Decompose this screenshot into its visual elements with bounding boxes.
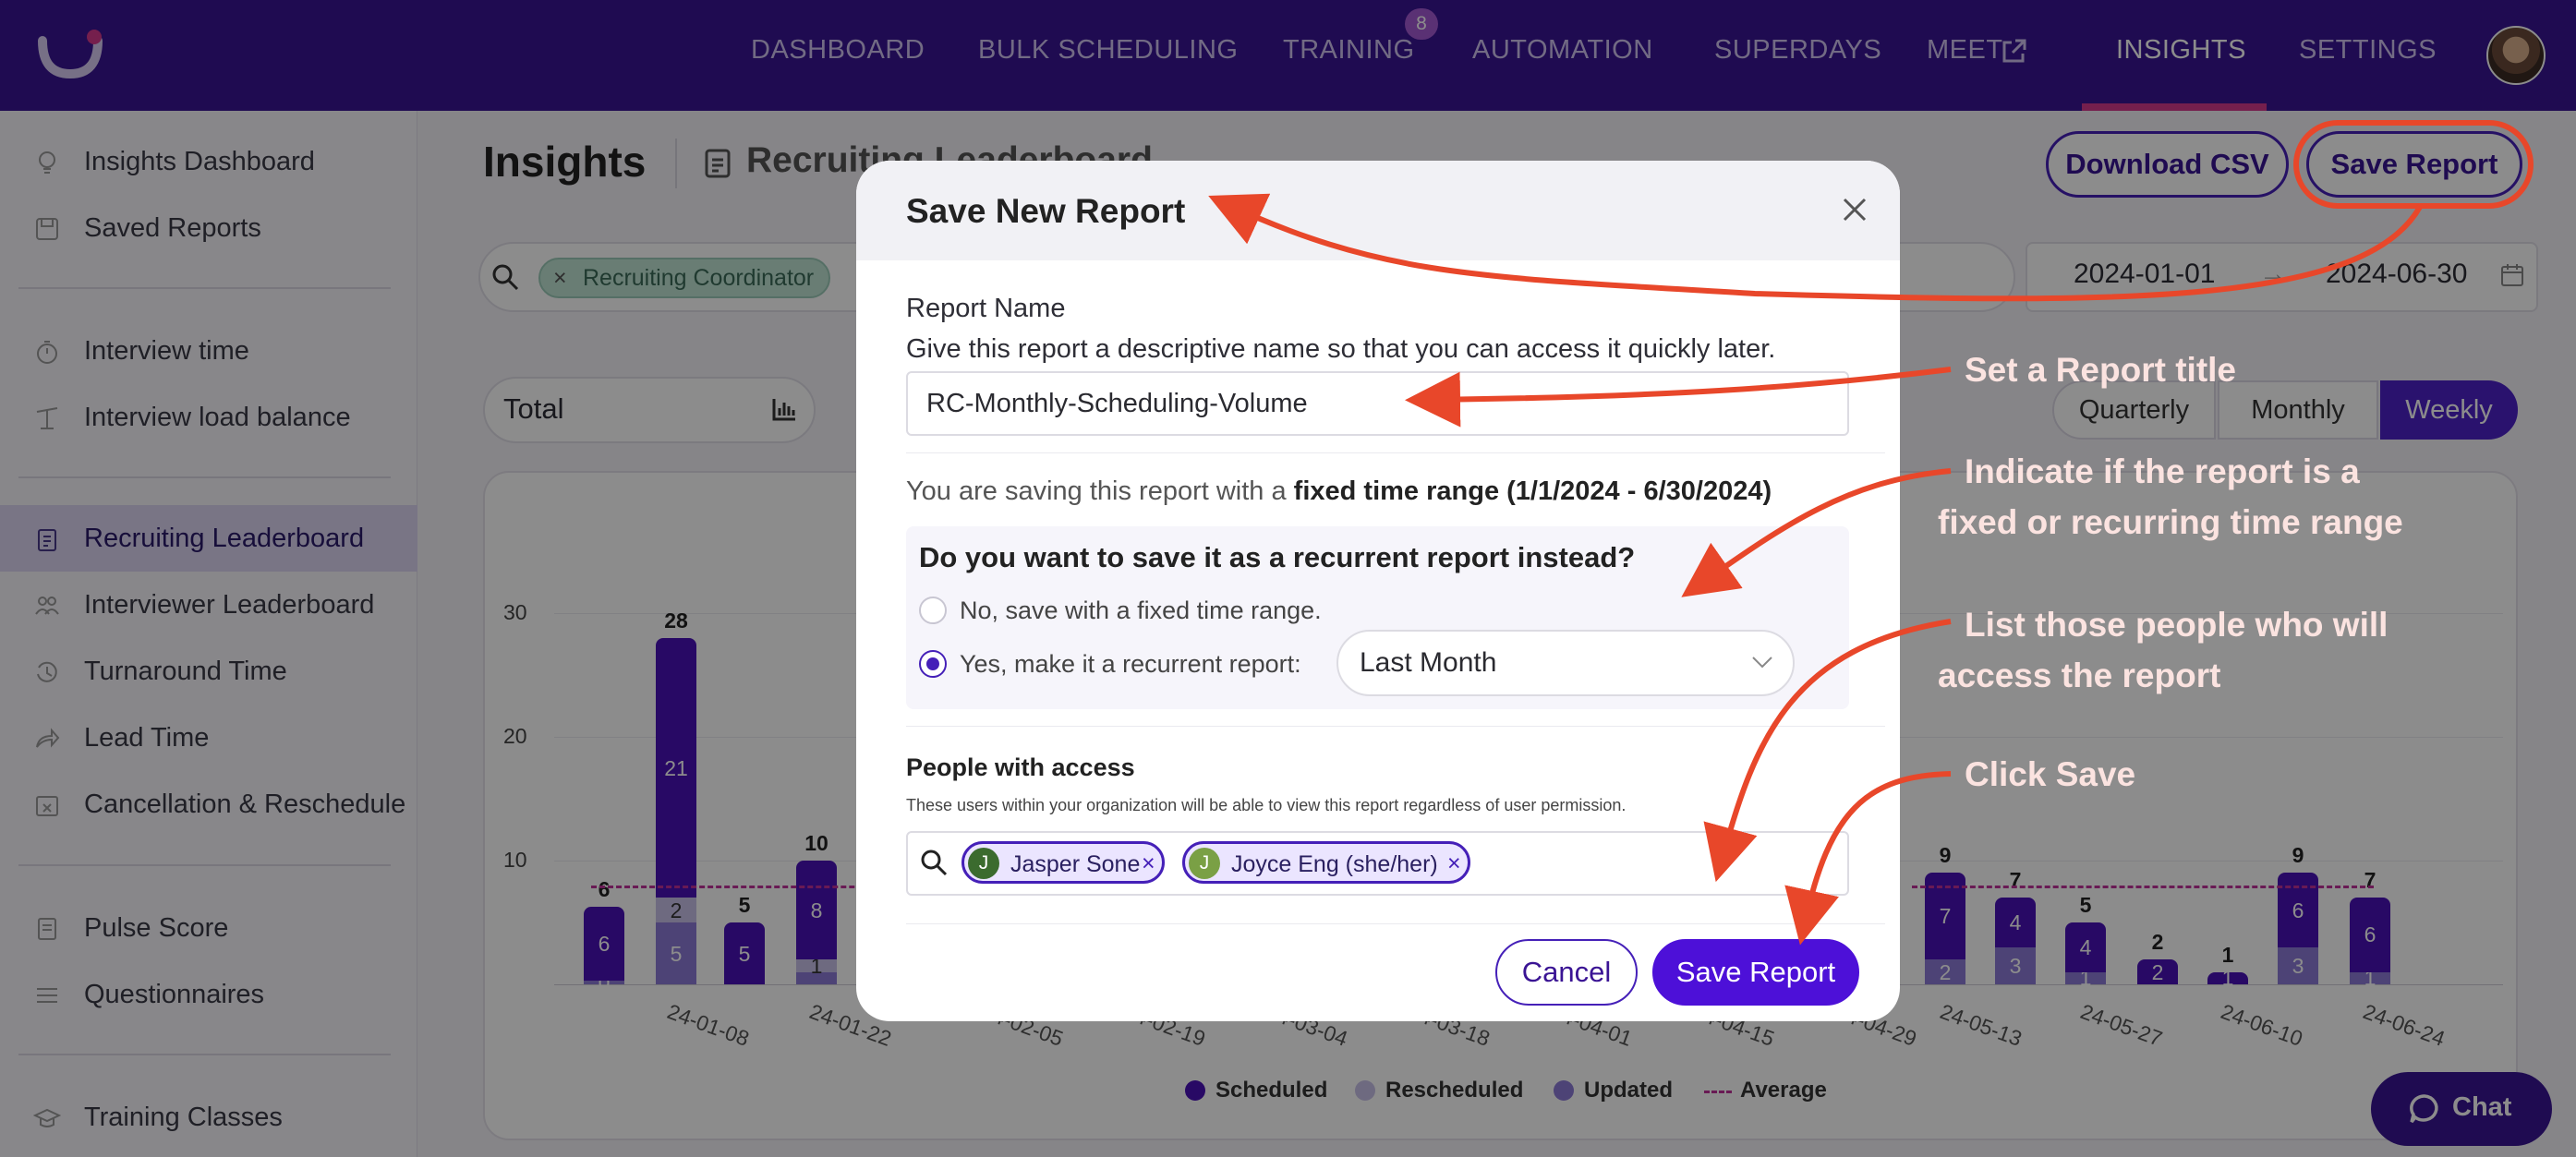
radio-fixed-range-label[interactable]: No, save with a fixed time range. [960,597,1322,625]
recurrent-period-value: Last Month [1360,647,1497,678]
save-report-modal: Save New Report Report Name Give this re… [856,161,1900,1021]
save-report-button[interactable]: Save Report [1652,939,1859,1006]
modal-divider [906,726,1885,727]
people-access-help: These users within your organization wil… [906,796,1627,814]
person-chip-jasper[interactable]: J Jasper Sone × [961,841,1165,884]
report-name-input[interactable] [906,371,1849,436]
person-avatar: J [968,848,999,879]
person-name: Joyce Eng (she/her) [1231,851,1438,877]
cancel-button[interactable]: Cancel [1495,939,1638,1006]
report-name-help: Give this report a descriptive name so t… [906,334,1776,364]
annotation-click-save: Click Save [1965,755,2136,793]
annotation-list-line2: access the report [1938,657,2221,694]
annotation-set-title: Set a Report title [1965,351,2236,389]
person-avatar: J [1189,848,1220,879]
recurrent-question: Do you want to save it as a recurrent re… [919,541,1636,573]
people-access-label: People with access [906,753,1135,781]
fixed-range-value: fixed time range (1/1/2024 - 6/30/2024) [1293,476,1772,506]
fixed-range-prefix: You are saving this report with a [906,476,1294,506]
radio-fixed-range[interactable] [919,597,947,624]
modal-divider [906,452,1885,453]
annotation-list-line1: List those people who will [1965,606,2389,644]
person-chip-joyce[interactable]: J Joyce Eng (she/her) × [1182,841,1470,884]
modal-divider [906,923,1885,924]
report-name-label: Report Name [906,294,1066,323]
annotation-indicate-line1: Indicate if the report is a [1965,452,2360,490]
remove-person-icon[interactable]: × [1142,850,1155,877]
radio-recurrent[interactable] [919,650,947,678]
annotation-indicate-line2: fixed or recurring time range [1938,503,2403,541]
close-icon[interactable] [1839,194,1870,225]
person-name: Jasper Sone [1010,851,1141,877]
modal-title: Save New Report [906,192,1186,230]
chevron-down-icon [1752,657,1772,669]
radio-recurrent-label[interactable]: Yes, make it a recurrent report: [960,650,1301,679]
remove-person-icon[interactable]: × [1447,850,1461,877]
fixed-range-notice: You are saving this report with a fixed … [906,476,1772,507]
search-icon [921,850,948,876]
